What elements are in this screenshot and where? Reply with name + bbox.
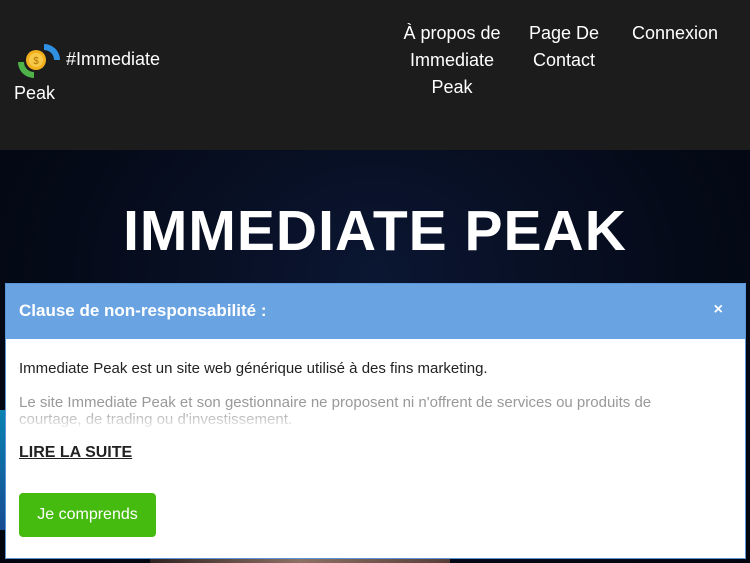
disclaimer-text: Immediate Peak est un site web générique… <box>19 360 488 377</box>
nav-link-about[interactable]: À propos de Immediate Peak <box>400 20 504 101</box>
disclaimer-modal: Clause de non-responsabilité : × Immedia… <box>5 283 746 559</box>
modal-title: Clause de non-responsabilité : <box>19 301 267 320</box>
logo-text: Peak <box>14 83 56 103</box>
hero-title: IMMEDIATE PEAK <box>123 199 627 263</box>
text-fade-overlay <box>6 409 745 431</box>
accept-button[interactable]: Je comprends <box>19 493 156 537</box>
nav-link-contact[interactable]: Page De Contact <box>524 20 604 74</box>
logo-text: #Immediate <box>66 49 161 69</box>
read-more-link[interactable]: LIRE LA SUITE <box>19 444 132 462</box>
nav-link-login[interactable]: Connexion <box>624 20 726 47</box>
site-header: $ #Immediate Peak À propos de Immediate … <box>0 0 750 150</box>
close-icon[interactable]: × <box>714 301 723 319</box>
svg-text:$: $ <box>33 56 39 67</box>
modal-header: Clause de non-responsabilité : × <box>6 284 745 339</box>
